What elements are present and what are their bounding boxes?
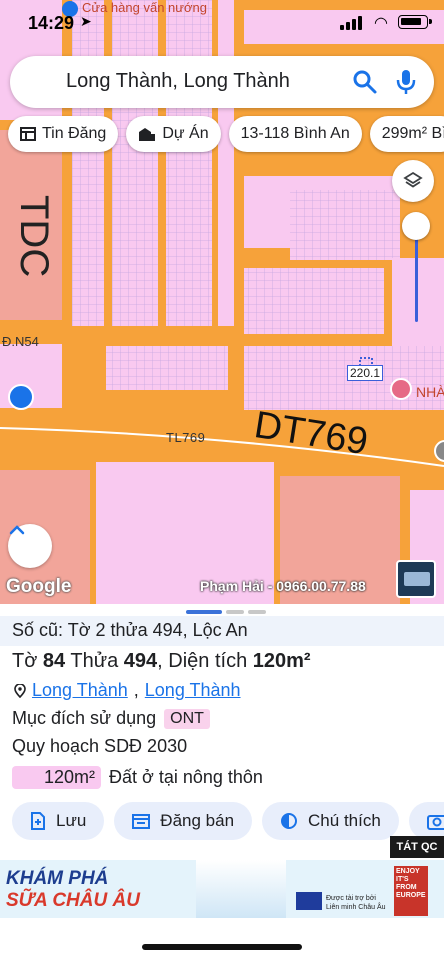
location-link-commune[interactable]: Long Thành [145, 680, 241, 701]
ad-headline: KHÁM PHÁ SỮA CHÂU ÂU [6, 868, 140, 911]
camera-icon [426, 815, 444, 830]
battery-icon [398, 15, 432, 29]
camera-button[interactable] [408, 802, 444, 840]
contrast-icon [281, 813, 298, 829]
add-doc-icon [31, 812, 45, 830]
eu-flag-icon [296, 892, 322, 910]
plan-title: Quy hoạch SDĐ 2030 [12, 736, 188, 756]
building-icon [139, 128, 156, 141]
post-sale-button[interactable]: Đăng bán [114, 802, 253, 840]
microphone-icon[interactable] [394, 68, 418, 96]
map-label-place[interactable]: NHÀ [416, 384, 444, 400]
location-arrow-icon: ➤ [80, 13, 92, 29]
purpose-code-badge: ONT [164, 708, 210, 729]
chip-binh-an[interactable]: 13-118 Bình An [228, 116, 362, 152]
action-buttons: Lưu Đăng bán Chú thích [12, 802, 444, 840]
status-time: 14:29 [28, 13, 75, 33]
layers-icon [403, 171, 423, 188]
plan-legend: 120m² Đất ở tại nông thôn [12, 766, 263, 789]
map-lot-tag[interactable]: 220.1 [347, 365, 384, 381]
chip-du-an[interactable]: Dự Án [126, 116, 221, 152]
google-logo: Google [6, 576, 72, 597]
parcel-location: Long Thành, Long Thành [14, 680, 241, 701]
streetview-thumbnail[interactable] [396, 560, 436, 598]
map-label-road-n54: Đ.N54 [2, 334, 39, 349]
status-bar: 14:29 ➤ ◠ [0, 0, 444, 44]
location-link-district[interactable]: Long Thành [32, 680, 128, 701]
chip-tin-dang[interactable]: Tin Đăng [8, 116, 119, 152]
search-icon[interactable] [352, 69, 378, 95]
legend-area-swatch: 120m² [12, 766, 102, 789]
search-input[interactable]: Long Thành, Long Thành [66, 70, 290, 93]
parcel-info: Tờ 84 Thửa 494, Diện tích 120m² [12, 650, 311, 672]
land-purpose: Mục đích sử dụng ONT [12, 708, 210, 729]
opacity-slider-thumb[interactable] [402, 212, 430, 240]
search-bar[interactable]: Long Thành, Long Thành [10, 56, 434, 108]
home-indicator[interactable] [142, 944, 302, 950]
hotel-pin-icon[interactable] [390, 378, 412, 400]
wifi-icon: ◠ [374, 15, 388, 32]
ad-label[interactable]: TÁT QC [390, 836, 444, 858]
lock-pin-icon[interactable] [8, 384, 34, 410]
ad-banner[interactable]: KHÁM PHÁ SỮA CHÂU ÂU Được tài trợ bởi Li… [0, 860, 444, 918]
location-pin-icon [14, 683, 26, 698]
milk-image [196, 860, 286, 918]
list-icon [20, 127, 36, 141]
filter-chips: Tin Đăng Dự Án 13-118 Bình An 299m² Bì [8, 116, 444, 152]
calendar-icon [132, 814, 151, 829]
save-button[interactable]: Lưu [12, 802, 105, 840]
legend-button[interactable]: Chú thích [262, 802, 399, 840]
parcel-sheet: Số cũ: Tờ 2 thửa 494, Lộc An Tờ 84 Thửa … [0, 604, 444, 840]
chip-area[interactable]: 299m² Bì [369, 116, 444, 152]
sheet-handle[interactable] [186, 610, 266, 614]
layers-button[interactable] [392, 160, 434, 202]
signal-icon [340, 16, 362, 30]
ad-eu-text: Được tài trợ bởi Liên minh Châu Âu [326, 895, 386, 911]
map-label-tdc: TDC [12, 195, 56, 278]
old-parcel-number: Số cũ: Tờ 2 thửa 494, Lộc An [0, 616, 444, 646]
map-label-road-tl769: TL769 [166, 430, 206, 445]
expand-up-button[interactable] [8, 524, 52, 568]
opacity-slider-track[interactable] [415, 226, 418, 322]
chevron-up-icon [9, 525, 25, 535]
ad-enjoy-logo: ENJOY IT'S FROM EUROPE [394, 866, 428, 916]
map-watermark: Phạm Hải - 0966.00.77.88 [200, 578, 366, 594]
